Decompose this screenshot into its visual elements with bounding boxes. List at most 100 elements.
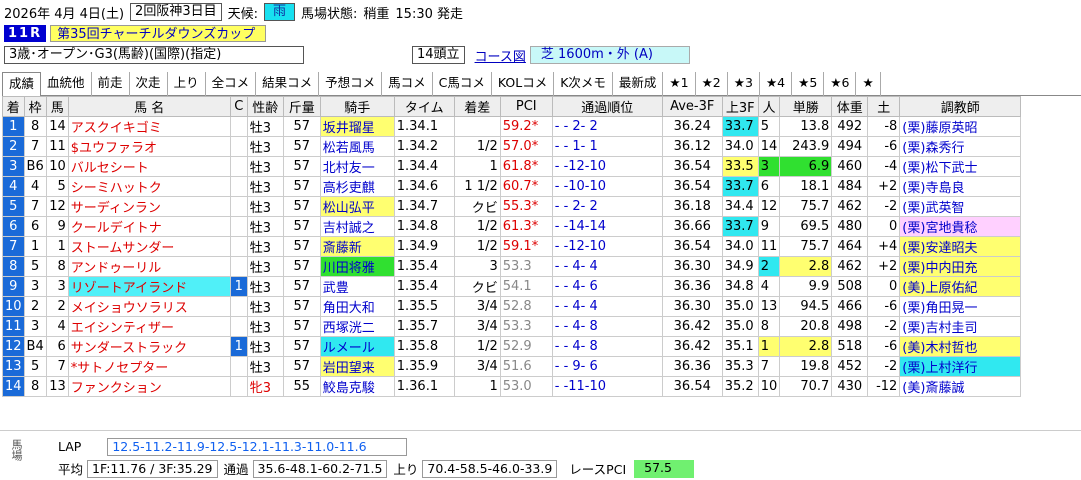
cell-sex: 牡3 [246, 276, 284, 297]
cell-name: サーディンラン [67, 196, 231, 217]
table-row[interactable]: 13 5 7 *サトノセプター 牡3 57 岩田望来 1.35.9 3/4 51.6- - 9- … [2, 356, 1022, 377]
cell-pass: - - 4- 4 [551, 256, 663, 277]
tab-19[interactable]: ★6 [824, 72, 857, 96]
cell-wt: 498 [831, 316, 869, 337]
tab-4[interactable]: 次走 [130, 72, 168, 96]
column-header[interactable]: 通過順位 [551, 96, 663, 117]
tab-3[interactable]: 前走 [92, 72, 130, 96]
table-row[interactable]: 9 3 3 リゾートアイランド 1 牡3 57 武豊 1.35.4 クビ 54.1- - 4- 63… [2, 276, 1022, 297]
column-header[interactable]: 土 [867, 96, 901, 117]
cell-kin: 57 [282, 296, 321, 317]
tab-1[interactable]: 成績 [2, 72, 42, 96]
table-row[interactable]: 10 2 2 メイショウソラリス 牡3 57 角田大和 1.35.5 3/4 52.8- - 4-… [2, 296, 1022, 317]
tab-15[interactable]: ★2 [696, 72, 728, 96]
course-map-link[interactable]: コース図 [475, 46, 526, 65]
column-header[interactable]: 斤量 [282, 96, 321, 117]
column-header[interactable]: 着 [2, 96, 25, 117]
column-header[interactable]: 馬 名 [67, 96, 231, 117]
table-row[interactable]: 6 6 9 クールデイトナ 牡3 57 吉村誠之 1.34.8 1/2 61.3* - -14-14… [2, 216, 1022, 237]
tab-6[interactable]: 全コメ [206, 72, 257, 96]
up-values: 70.4-58.5-46.0-33.9 [422, 459, 558, 478]
cell-ave: 36.54 [661, 176, 723, 197]
column-header[interactable]: 着差 [453, 96, 501, 117]
tab-11[interactable]: KOLコメ [492, 72, 555, 96]
column-header[interactable]: C [229, 96, 248, 117]
cell-jockey: 角田大和 [319, 296, 395, 317]
pass-label: 通過 [223, 462, 249, 477]
cell-chg: -2 [867, 196, 901, 217]
column-header[interactable]: PCI [499, 96, 553, 117]
cell-kin: 57 [282, 236, 321, 257]
column-header[interactable]: Ave-3F [661, 96, 723, 117]
cell-time: 1.34.1 [393, 116, 455, 137]
table-header: 着枠馬馬 名 C 性齢 斤量 騎手 タイム 着差 PCI 通過順位 Ave-3F 上3F 人単勝 体重土… [2, 96, 1022, 117]
tab-20[interactable]: ★ [856, 72, 881, 96]
column-header[interactable]: 体重 [831, 96, 869, 117]
table-row[interactable]: 12 B4 6 サンダーストラック 1 牡3 57 ルメール 1.35.8 1/2 52.9- - … [2, 336, 1022, 357]
column-header[interactable]: 騎手 [319, 96, 395, 117]
cell-time: 1.35.5 [393, 296, 455, 317]
cell-jockey: 吉村誠之 [319, 216, 395, 237]
table-row[interactable]: 11 3 4 エイシンティザー 牡3 57 西塚洸二 1.35.7 3/4 53.3- - 4- … [2, 316, 1022, 337]
tab-7[interactable]: 結果コメ [256, 72, 320, 96]
tab-10[interactable]: C馬コメ [433, 72, 492, 96]
cell-kin: 57 [282, 176, 321, 197]
cell-ninki: 10 [757, 376, 781, 397]
race-conditions: 3歳･オープン･G3(馬齢)(国際)(指定) [4, 46, 304, 64]
cell-up: 34.0 [721, 136, 759, 157]
cell-ave: 36.30 [661, 296, 723, 317]
table-row[interactable]: 14 8 13 ファンクション 牝3 55 鮫島克駿 1.36.1 1 53.0- -11-10 3… [2, 376, 1022, 397]
table-row[interactable]: 8 5 8 アンドゥーリル 牡3 57 川田将雅 1.35.4 3 53.3- - 4- 4 36.… [2, 256, 1022, 277]
cell-pci: 52.9 [499, 336, 553, 357]
cell-num: 2 [45, 296, 69, 317]
column-header[interactable]: 性齢 [246, 96, 284, 117]
column-header[interactable]: 単勝 [779, 96, 833, 117]
cell-jockey: 松若風馬 [319, 136, 395, 157]
column-header[interactable]: 枠 [23, 96, 47, 117]
tab-17[interactable]: ★4 [760, 72, 793, 96]
cell-chg: +2 [867, 176, 901, 197]
table-row[interactable]: 7 1 1 ストームサンダー 牡3 57 斎藤新 1.34.9 1/2 59.1* - -12-10… [2, 236, 1022, 257]
avg-label: 平均 [58, 462, 84, 477]
tab-8[interactable]: 予想コメ [319, 72, 383, 96]
cell-ave: 36.42 [661, 336, 723, 357]
meeting-info: 2回阪神3日目 [130, 3, 222, 21]
table-row[interactable]: 3 B6 10 バルセシート 牡3 57 北村友一 1.34.4 1 61.8* - -12-10 3… [2, 156, 1022, 177]
cell-diff: クビ [453, 196, 501, 217]
cell-trainer: (美)上原佑紀 [899, 276, 1022, 297]
tab-18[interactable]: ★5 [792, 72, 825, 96]
cell-jockey: 岩田望来 [319, 356, 395, 377]
lap-values: 12.5-11.2-11.9-12.5-12.1-11.3-11.0-11.6 [107, 438, 408, 456]
tab-9[interactable]: 馬コメ [382, 72, 433, 96]
column-header[interactable]: 調教師 [899, 96, 1022, 117]
cell-sex: 牡3 [246, 216, 284, 237]
cell-diff: クビ [453, 276, 501, 297]
cell-chg: -8 [867, 116, 901, 137]
tab-12[interactable]: K次メモ [554, 72, 613, 96]
column-header[interactable]: 人 [757, 96, 781, 117]
cell-num: 5 [45, 176, 69, 197]
tab-16[interactable]: ★3 [728, 72, 760, 96]
tab-2[interactable]: 血統他 [41, 72, 92, 96]
column-header[interactable]: タイム [393, 96, 455, 117]
tab-5[interactable]: 上り [168, 72, 206, 96]
cell-pci: 60.7* [499, 176, 553, 197]
cell-diff: 3 [453, 256, 501, 277]
race-pci-label: レースPCI [569, 462, 627, 477]
table-row[interactable]: 4 4 5 シーミハットク 牡3 57 高杉吏麒 1.34.6 1 1/2 60.7* - -10-… [2, 176, 1022, 197]
cell-num: 4 [45, 316, 69, 337]
table-row[interactable]: 1 8 14 アスクイキゴミ 牡3 57 坂井瑠星 1.34.1 59.2* - - 2- 2 36… [2, 116, 1022, 137]
column-header[interactable]: 上3F [721, 96, 759, 117]
tab-13[interactable]: 最新成 [613, 72, 664, 96]
cell-chg: 0 [867, 216, 901, 237]
table-row[interactable]: 2 7 11 $ユウファラオ 牡3 57 松若風馬 1.34.2 1/2 57.0* - - 1- … [2, 136, 1022, 157]
column-header[interactable]: 馬 [45, 96, 69, 117]
cell-name: サンダーストラック [67, 336, 231, 357]
table-row[interactable]: 5 7 12 サーディンラン 牡3 57 松山弘平 1.34.7 クビ 55.3* - - 2- 2… [2, 196, 1022, 217]
cell-trainer: (栗)武英智 [899, 196, 1022, 217]
cell-waku: B4 [23, 336, 47, 357]
tab-14[interactable]: ★1 [663, 72, 696, 96]
cell-pos: 6 [2, 216, 25, 237]
race-header: 2026年 4月 4日(土) 2回阪神3日目 天候: 雨 馬場状態: 稍重 15… [4, 3, 469, 22]
cell-pass: - -12-10 [551, 236, 663, 257]
